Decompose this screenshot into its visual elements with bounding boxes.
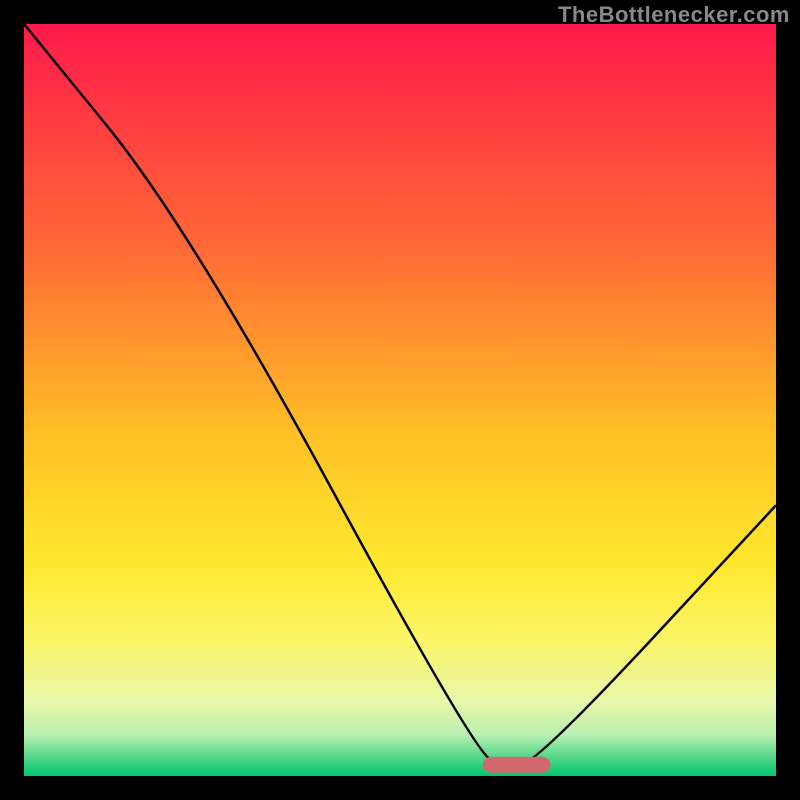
gradient-background xyxy=(24,24,776,776)
chart-container: TheBottlenecker.com xyxy=(0,0,800,800)
optimal-band-marker xyxy=(483,757,551,773)
watermark-label: TheBottlenecker.com xyxy=(558,2,790,28)
chart-svg xyxy=(24,24,776,776)
plot-area xyxy=(24,24,776,776)
